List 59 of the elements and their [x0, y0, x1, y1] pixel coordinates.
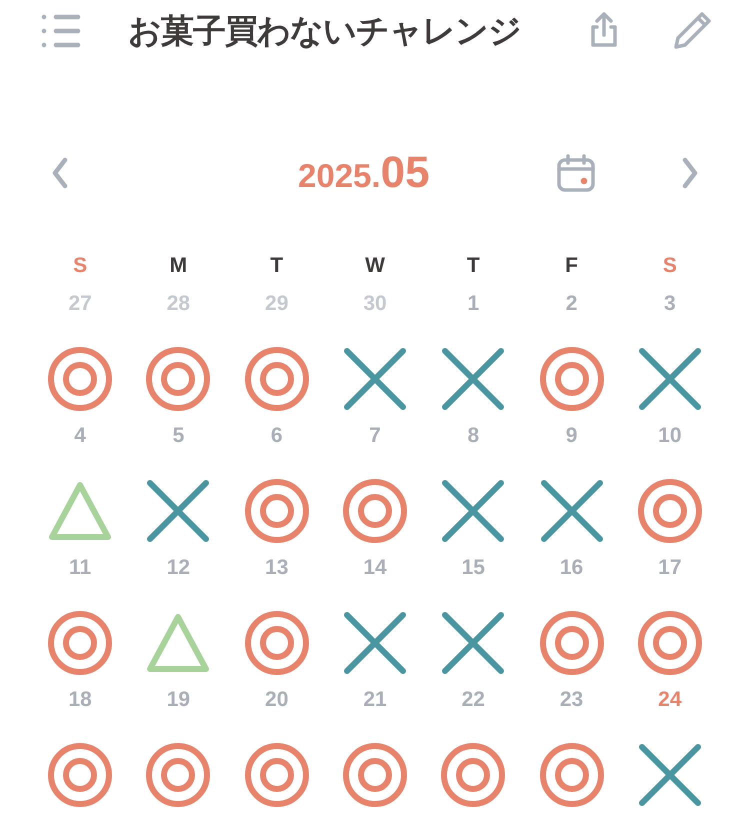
day-number: 27	[68, 291, 92, 317]
double-circle-icon[interactable]	[538, 345, 606, 413]
double-circle-icon[interactable]	[636, 477, 704, 545]
menu-icon[interactable]	[40, 13, 82, 49]
day-number: 17	[658, 555, 682, 581]
weekday-label: T	[270, 253, 284, 280]
day-number: 30	[363, 291, 387, 317]
weekday-label: F	[565, 253, 578, 280]
day-number: 18	[68, 687, 92, 713]
day-number: 5	[172, 423, 184, 449]
calendar-icon[interactable]	[556, 153, 596, 193]
weekday-label: T	[466, 253, 480, 280]
double-circle-icon[interactable]	[340, 477, 409, 545]
day-number: 22	[462, 687, 485, 713]
double-circle-icon[interactable]	[439, 741, 508, 809]
day-number: 19	[166, 687, 190, 713]
weekday-label: M	[170, 253, 188, 280]
double-circle-icon[interactable]	[46, 741, 114, 809]
day-number: 11	[69, 555, 92, 581]
double-circle-icon[interactable]	[46, 345, 114, 413]
double-circle-icon[interactable]	[538, 609, 606, 677]
chevron-right-icon[interactable]	[680, 157, 700, 189]
double-circle-icon[interactable]	[242, 741, 311, 809]
day-number: 15	[462, 555, 485, 581]
day-number: 21	[363, 687, 387, 713]
day-number: 24	[658, 687, 682, 713]
day-number: 8	[467, 423, 480, 449]
double-circle-icon[interactable]	[538, 741, 606, 809]
day-number: 12	[166, 555, 190, 581]
double-circle-icon[interactable]	[242, 609, 311, 677]
month-label: 05	[380, 147, 430, 199]
double-circle-icon[interactable]	[636, 609, 704, 677]
day-number: 28	[166, 291, 190, 317]
weekday-label: S	[662, 253, 677, 280]
day-number: 20	[265, 687, 288, 713]
weekday-label: S	[73, 253, 88, 280]
day-number: 2	[566, 291, 578, 317]
app-title: お菓子買わないチャレンジ	[128, 10, 521, 52]
day-number: 14	[363, 555, 387, 581]
day-number: 6	[270, 423, 283, 449]
day-number: 16	[560, 555, 584, 581]
day-number: 4	[74, 423, 86, 449]
chevron-left-icon[interactable]	[50, 157, 70, 189]
double-circle-icon[interactable]	[242, 345, 311, 413]
day-number: 7	[369, 423, 381, 449]
day-number: 13	[265, 555, 288, 581]
double-circle-icon[interactable]	[46, 609, 114, 677]
day-number: 23	[560, 687, 584, 713]
double-circle-icon[interactable]	[340, 741, 409, 809]
day-number: 9	[566, 423, 578, 449]
day-number: 10	[658, 423, 682, 449]
year-label: 2025.	[298, 156, 381, 196]
double-circle-icon[interactable]	[242, 477, 311, 545]
day-number: 29	[265, 291, 288, 317]
day-number: 3	[664, 291, 676, 317]
day-number: 1	[467, 291, 480, 317]
weekday-label: W	[365, 253, 385, 280]
double-circle-icon[interactable]	[144, 741, 212, 809]
double-circle-icon[interactable]	[144, 345, 212, 413]
